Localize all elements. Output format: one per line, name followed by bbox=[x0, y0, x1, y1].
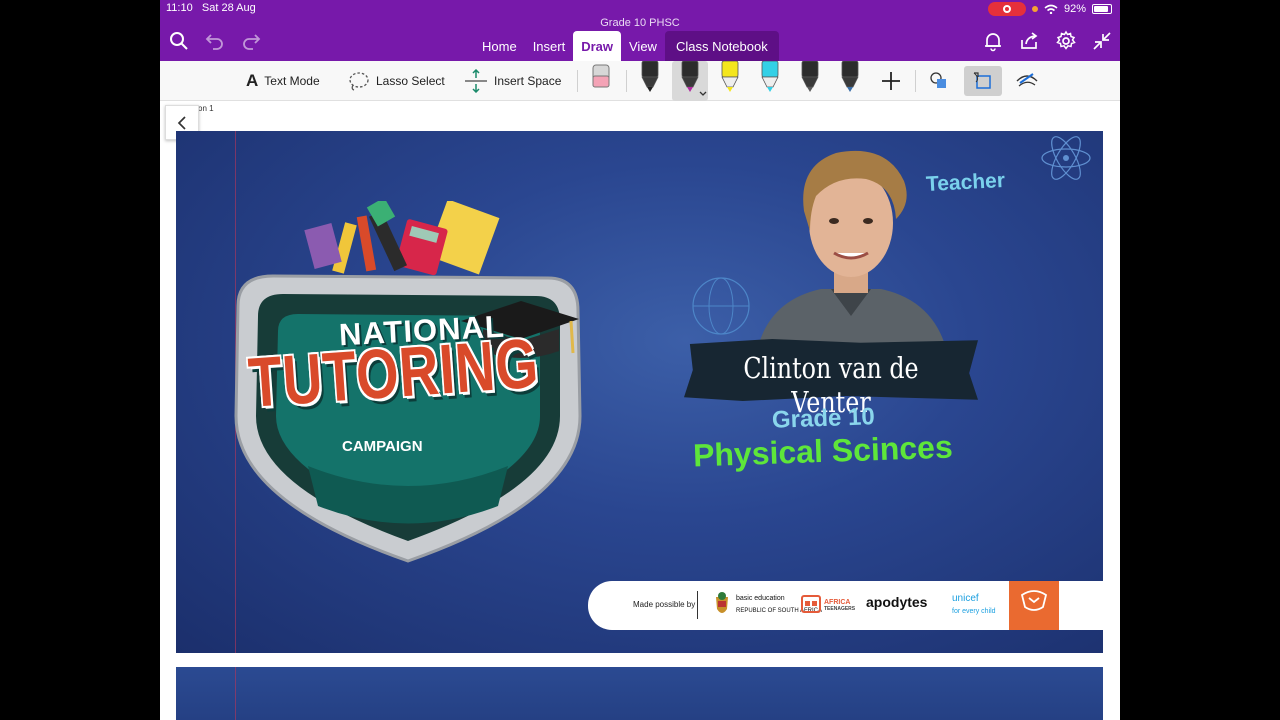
shapes-icon[interactable] bbox=[928, 70, 950, 92]
date: Sat 28 Aug bbox=[201, 2, 256, 14]
screen-recording-icon bbox=[987, 2, 1026, 16]
onenote-window: 11:10 Sat 28 Aug 92% Grade 10 PHSC Home … bbox=[160, 0, 1120, 720]
share-icon[interactable] bbox=[1018, 30, 1040, 52]
subject-label: Physical Scinces bbox=[692, 428, 954, 474]
pen-3-button[interactable] bbox=[712, 60, 748, 101]
toolbar-divider bbox=[626, 70, 627, 92]
africa-teenagers-icon bbox=[801, 595, 821, 613]
pen-icon bbox=[761, 60, 779, 92]
lasso-select-label: Lasso Select bbox=[376, 74, 445, 88]
teenagers-text: TEENAGERS bbox=[824, 606, 856, 612]
status-indicators: 92% bbox=[987, 2, 1112, 16]
status-time: 11:10 Sat 28 Aug bbox=[166, 2, 256, 14]
tab-draw[interactable]: Draw bbox=[573, 31, 621, 61]
grade-label: Grade 10 bbox=[771, 403, 876, 434]
undo-icon[interactable] bbox=[204, 30, 226, 52]
slide-image: NATIONAL TUTORING CAMPAIGN Teacher Clint… bbox=[176, 131, 1103, 653]
pen-icon bbox=[641, 60, 659, 92]
pen-icon bbox=[681, 60, 707, 96]
pen-icon bbox=[841, 60, 859, 92]
unicef-logo: unicef bbox=[952, 593, 979, 604]
draw-toolbar: A Text Mode Lasso Select Insert Space bbox=[160, 60, 1120, 101]
pen-6-button[interactable] bbox=[832, 60, 868, 101]
text-mode-label: Text Mode bbox=[264, 74, 320, 88]
search-icon[interactable] bbox=[168, 30, 190, 52]
apodytes-logo: apodytes bbox=[866, 594, 928, 610]
ribbon-tabs: Home Insert Draw View Class Notebook bbox=[474, 31, 779, 61]
pen-4-button[interactable] bbox=[752, 60, 788, 101]
eraser-icon[interactable] bbox=[590, 61, 612, 91]
next-slide-image bbox=[176, 667, 1103, 720]
unicef-tagline: for every child bbox=[952, 608, 996, 615]
bell-icon[interactable] bbox=[982, 30, 1004, 52]
toolbar-divider bbox=[577, 70, 578, 92]
pen-1-button[interactable] bbox=[632, 60, 668, 101]
text-mode-button[interactable]: A Text Mode bbox=[246, 69, 320, 93]
sponsor-divider bbox=[697, 591, 698, 619]
made-possible-by-text: Made possible by bbox=[633, 600, 696, 609]
ink-to-shape-button[interactable] bbox=[964, 66, 1002, 96]
tab-class-notebook[interactable]: Class Notebook bbox=[664, 31, 779, 61]
ink-replay-icon[interactable] bbox=[1015, 69, 1039, 91]
redo-icon[interactable] bbox=[240, 30, 262, 52]
gear-icon[interactable] bbox=[1055, 30, 1077, 52]
stationery-illustration-icon bbox=[304, 201, 500, 276]
university-logo bbox=[1009, 581, 1059, 630]
tab-home[interactable]: Home bbox=[474, 31, 525, 61]
collapse-icon[interactable] bbox=[1091, 30, 1113, 52]
toolbar-divider bbox=[915, 70, 916, 92]
wifi-icon bbox=[1044, 4, 1058, 14]
insert-space-label: Insert Space bbox=[494, 74, 562, 88]
clock: 11:10 bbox=[166, 2, 193, 14]
text-mode-icon: A bbox=[246, 71, 259, 90]
chevron-left-icon bbox=[177, 115, 186, 130]
pen-2-button[interactable] bbox=[672, 60, 708, 101]
university-crest-icon bbox=[1020, 590, 1048, 611]
atom-doodle-icon bbox=[1041, 136, 1091, 180]
ribbon-header: 11:10 Sat 28 Aug 92% Grade 10 PHSC Home … bbox=[160, 0, 1120, 61]
tab-view[interactable]: View bbox=[621, 31, 665, 61]
ink-to-shape-icon bbox=[973, 72, 991, 89]
africa-text: AFRICA bbox=[824, 599, 851, 606]
insert-space-button[interactable]: Insert Space bbox=[464, 69, 561, 93]
document-title: Grade 10 PHSC bbox=[600, 17, 680, 29]
lasso-select-button[interactable]: Lasso Select bbox=[348, 69, 445, 93]
sponsor-bar: Made possible by basic education REPUBLI… bbox=[588, 581, 1103, 630]
pen-icon bbox=[801, 60, 819, 92]
notebook-margin-line bbox=[235, 667, 236, 720]
pen-icon bbox=[721, 60, 739, 92]
tab-insert[interactable]: Insert bbox=[525, 31, 574, 61]
insert-space-icon bbox=[465, 69, 487, 93]
lasso-icon bbox=[349, 72, 369, 91]
page-tab-label[interactable]: on 1 bbox=[198, 104, 214, 113]
battery-percent: 92% bbox=[1063, 3, 1086, 15]
mic-indicator-icon bbox=[1031, 6, 1038, 12]
coat-of-arms-icon bbox=[716, 592, 728, 613]
battery-icon bbox=[1092, 4, 1112, 14]
pen-5-button[interactable] bbox=[792, 60, 828, 101]
teacher-label: Teacher bbox=[925, 168, 1006, 197]
africa-teenagers-logo: AFRICA TEENAGERS bbox=[824, 599, 855, 613]
add-pen-icon[interactable] bbox=[880, 70, 902, 92]
logo-campaign-text: CAMPAIGN bbox=[342, 438, 423, 455]
